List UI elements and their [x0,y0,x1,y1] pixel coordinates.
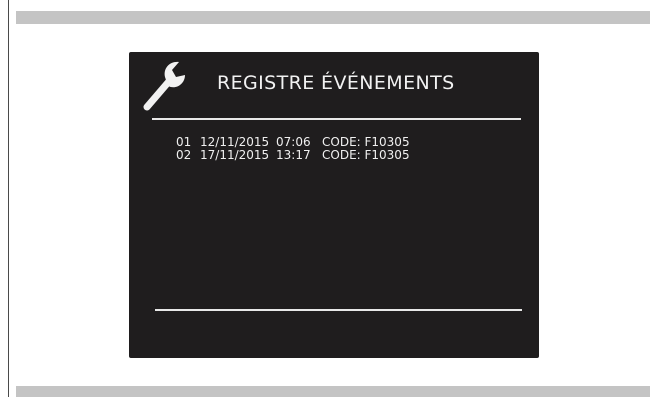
event-time: 13:17 [276,148,311,162]
event-code: CODE: F10305 [322,148,410,162]
title-divider [152,118,521,120]
wrench-icon [143,61,185,111]
top-band [16,11,650,24]
bottom-divider [155,309,522,311]
screen-title: REGISTRE ÉVÉNEMENTS [217,72,455,94]
event-list: 01 12/11/2015 07:06 CODE: F10305 02 17/1… [176,136,410,162]
document-page: REGISTRE ÉVÉNEMENTS 01 12/11/2015 07:06 … [0,0,654,397]
margin-rule [8,0,9,397]
event-date: 17/11/2015 [200,148,270,162]
event-index: 02 [176,148,192,162]
bottom-band [16,386,650,397]
display-screen: REGISTRE ÉVÉNEMENTS 01 12/11/2015 07:06 … [129,52,539,358]
event-row: 02 17/11/2015 13:17 CODE: F10305 [176,149,410,162]
